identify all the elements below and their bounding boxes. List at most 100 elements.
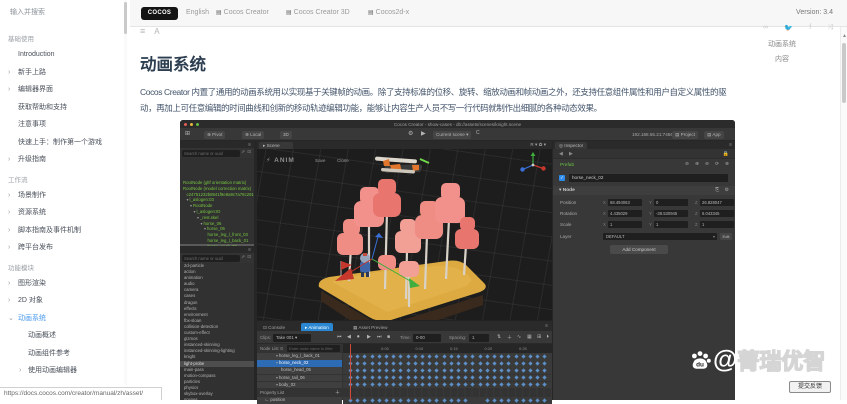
keyframe-dot[interactable] — [463, 368, 468, 373]
axis-field[interactable]: 1 — [654, 220, 688, 228]
keyframe-dot[interactable] — [441, 368, 447, 373]
sidebar-item[interactable]: ⌄ 动画系统 — [0, 310, 122, 328]
timeline-node-row[interactable]: ▾horse_neck_02 — [257, 360, 342, 367]
keyframe-dot[interactable] — [420, 382, 425, 388]
layer-dropdown[interactable]: DEFAULT ▾ — [603, 232, 717, 240]
nav-link-english[interactable]: English — [186, 9, 209, 16]
clip-dropdown[interactable]: Take 001 ▾ — [273, 333, 311, 342]
keyframe-dot[interactable] — [542, 368, 548, 373]
keyframe-dot[interactable] — [449, 368, 454, 373]
keyframe-dot[interactable] — [542, 361, 548, 366]
keyframe-dot[interactable] — [434, 382, 440, 388]
expand-icon[interactable]: ⇗ — [241, 254, 245, 260]
next-frame-icon[interactable]: ⏭ — [377, 334, 382, 340]
keyframe-dot[interactable] — [463, 361, 468, 366]
axis-field[interactable]: 1 — [608, 220, 642, 228]
keyframe-dot[interactable] — [477, 382, 483, 388]
keyframe-dot[interactable] — [377, 382, 382, 388]
grid-icon[interactable]: ▦ — [527, 334, 532, 340]
keyframe-dot[interactable] — [499, 361, 504, 366]
pivot-button[interactable]: ⊕ Pivot — [204, 130, 226, 139]
keyframe-dot[interactable] — [470, 354, 476, 359]
lock-icon[interactable]: 🔒 — [723, 151, 729, 157]
keyframe-dot[interactable] — [506, 361, 512, 366]
stop-icon[interactable]: ■ — [387, 334, 390, 340]
curve-icon[interactable]: ∿ — [517, 334, 521, 340]
keyframe-dot[interactable] — [499, 375, 504, 380]
keyframe-dot[interactable] — [485, 368, 490, 373]
keyframe-dot[interactable] — [441, 361, 447, 366]
page-scrollbar[interactable]: ▲ — [840, 27, 847, 400]
keyframe-dot[interactable] — [398, 361, 404, 366]
playhead[interactable] — [350, 344, 351, 400]
keyframe-dot[interactable] — [391, 368, 396, 373]
caret-icon[interactable]: ▾ — [190, 203, 192, 208]
keyframe-dot[interactable] — [413, 375, 418, 380]
keyframe-dot[interactable] — [463, 398, 468, 403]
caret-icon[interactable]: ▾ — [276, 353, 278, 358]
sidebar-item[interactable]: 获取帮助和支持 — [0, 99, 122, 117]
axis-field[interactable]: 6.043345 — [700, 209, 734, 217]
keyframe-dot[interactable] — [377, 398, 382, 403]
keyframe-dot[interactable] — [470, 361, 476, 366]
keyframe-dot[interactable] — [456, 368, 461, 373]
keyframe-dot[interactable] — [405, 382, 411, 388]
keyframe-dot[interactable] — [470, 382, 476, 388]
sidebar-item[interactable]: › 图形渲染 — [0, 275, 122, 293]
keyframe-dot[interactable] — [521, 361, 526, 366]
keyframe-dot[interactable] — [542, 375, 548, 380]
sidebar-item[interactable]: 快速上手：制作第一个游戏 — [0, 134, 122, 152]
node-section-header[interactable]: ▾ Node ⎘ ⚙ — [553, 186, 735, 195]
keyframe-dot[interactable] — [427, 361, 432, 366]
keyframe-dot[interactable] — [355, 382, 360, 388]
keyframe-dot[interactable] — [420, 354, 425, 359]
project-button[interactable]: ▤ Project — [672, 130, 698, 139]
nav-link-cocos-creator[interactable]: ▤ Cocos Creator — [216, 9, 269, 16]
keyframe-dot[interactable] — [441, 354, 447, 359]
keyframe-dot[interactable] — [420, 398, 425, 403]
scroll-up-arrow[interactable]: ▲ — [842, 33, 847, 39]
keyframe-dot[interactable] — [413, 382, 418, 388]
keyframe-dot[interactable] — [499, 368, 504, 373]
keyframe-dot[interactable] — [463, 354, 468, 359]
keyframe-dot[interactable] — [477, 361, 483, 366]
keyframe-dot[interactable] — [405, 361, 411, 366]
sidebar-item[interactable]: › 脚本指南及事件机制 — [0, 222, 122, 240]
axis-field[interactable]: 68.494063 — [608, 198, 642, 206]
keyframe-dot[interactable] — [377, 354, 382, 359]
keyframe-dot[interactable] — [398, 354, 404, 359]
app-button[interactable]: ▤ App — [704, 130, 724, 139]
keyframe-dot[interactable] — [535, 382, 540, 388]
keyframe-dot[interactable] — [492, 398, 497, 403]
keyframe-dot[interactable] — [449, 354, 454, 359]
keyframe-dot[interactable] — [355, 361, 360, 366]
current-scene-dropdown[interactable]: Current scene ▾ — [433, 130, 472, 139]
keyframe-dot[interactable] — [391, 382, 396, 388]
tab-scene[interactable]: ▸ Scene — [259, 142, 293, 149]
keyframe-dot[interactable] — [485, 361, 490, 366]
keyframe-dot[interactable] — [384, 398, 389, 403]
sort-icon[interactable]: ⇅ — [497, 334, 501, 340]
keyframe-dot[interactable] — [499, 398, 504, 403]
forward-icon[interactable]: ▶ — [569, 151, 573, 157]
keyframe-dot[interactable] — [463, 375, 468, 380]
keyframe-dot[interactable] — [492, 368, 497, 373]
axis-field[interactable]: 4.435029 — [608, 209, 642, 217]
play-button[interactable]: ▶ — [421, 130, 426, 137]
keyframe-dot[interactable] — [362, 361, 368, 366]
link-icon[interactable]: ∞ — [763, 24, 768, 32]
keyframe-dot[interactable] — [456, 354, 461, 359]
keyframe-dot[interactable] — [369, 375, 375, 380]
sidebar-item[interactable]: › 编辑器界面 — [0, 81, 122, 99]
keyframe-dot[interactable] — [355, 398, 360, 403]
keyframe-dot[interactable] — [542, 398, 548, 403]
keyframe-dot[interactable] — [521, 382, 526, 388]
nav-link-cocos2dx[interactable]: ▤ Cocos2d-x — [368, 9, 409, 16]
keyframe-dot[interactable] — [405, 398, 411, 403]
keyframe-dot[interactable] — [362, 375, 368, 380]
keyframe-dot[interactable] — [492, 382, 497, 388]
keyframe-dot[interactable] — [492, 361, 497, 366]
sidebar-item[interactable]: 注意事项 — [0, 116, 122, 134]
keyframe-dot[interactable] — [485, 354, 490, 359]
hierarchy-search-input[interactable]: Search name or uuid — [182, 149, 240, 157]
